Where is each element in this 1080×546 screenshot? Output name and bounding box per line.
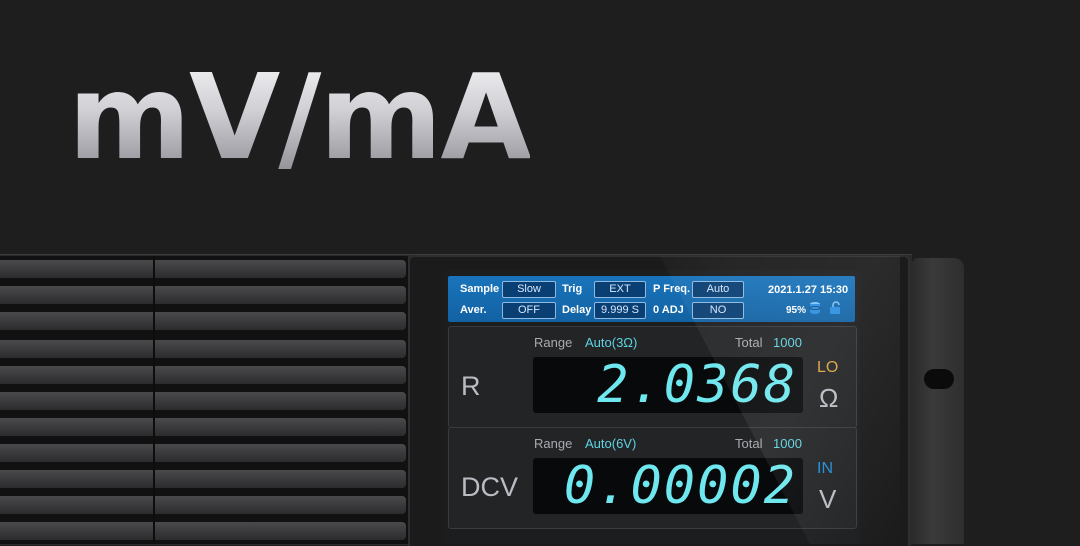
function-label[interactable]: R xyxy=(461,371,481,402)
total-value: 1000 xyxy=(773,335,802,350)
rack-bracket xyxy=(912,258,964,544)
trig-value[interactable]: EXT xyxy=(594,281,646,298)
vent-grille xyxy=(0,256,408,544)
battery-level: 95% xyxy=(786,305,807,316)
pfreq-value[interactable]: Auto xyxy=(692,281,744,298)
vent-slot xyxy=(0,418,406,436)
total-label: Total xyxy=(735,436,763,451)
vent-slot xyxy=(0,522,406,540)
vent-slot xyxy=(0,312,406,330)
vent-slot xyxy=(0,444,406,462)
vent-slot xyxy=(0,392,406,410)
vent-divider xyxy=(153,256,155,544)
unit-label: Ω xyxy=(819,383,839,413)
mode-indicator: IN xyxy=(817,460,833,477)
rack-mount-hole xyxy=(924,369,954,389)
datetime: 2021.1.27 15:30 xyxy=(768,284,849,296)
reading-value: 0.00002 xyxy=(563,456,797,516)
vent-slot xyxy=(0,260,406,278)
vent-slot xyxy=(0,496,406,514)
delay-label: Delay xyxy=(562,304,592,316)
sample-value[interactable]: Slow xyxy=(502,281,556,298)
range-label: Range xyxy=(534,335,573,350)
vent-slot xyxy=(0,366,406,384)
readout-display: 0.00002 xyxy=(533,458,803,514)
range-label: Range xyxy=(534,436,573,451)
status-bar: Sample Slow Trig EXT P Freq. Auto 2021.1… xyxy=(448,276,855,322)
reading-value: 2.0368 xyxy=(597,355,797,415)
measurement-panel-dcv[interactable]: Range Auto(6V) Total 1000 DCV 0.00002 IN… xyxy=(448,427,857,529)
vent-slot xyxy=(0,286,406,304)
trig-label: Trig xyxy=(562,283,583,295)
measurement-panel-resistance[interactable]: Range Auto(3Ω) Total 1000 R 2.0368 LO Ω xyxy=(448,326,857,428)
aver-value[interactable]: OFF xyxy=(502,302,556,319)
pfreq-label: P Freq. xyxy=(653,283,691,295)
readout-display: 2.0368 xyxy=(533,357,803,413)
vent-slot xyxy=(0,470,406,488)
mode-indicator: LO xyxy=(817,359,839,376)
total-value: 1000 xyxy=(773,436,802,451)
range-value[interactable]: Auto(3Ω) xyxy=(585,335,637,350)
hero-title: mV/mA xyxy=(68,48,532,186)
aver-label: Aver. xyxy=(460,304,487,316)
range-value[interactable]: Auto(6V) xyxy=(585,436,636,451)
lock-open-icon xyxy=(830,301,840,314)
total-label: Total xyxy=(735,335,763,350)
delay-value[interactable]: 9.999 S xyxy=(594,302,646,319)
sample-label: Sample xyxy=(460,283,500,295)
adj-value[interactable]: NO xyxy=(692,302,744,319)
vent-slot xyxy=(0,340,406,358)
database-icon xyxy=(809,302,821,314)
unit-label: V xyxy=(819,484,837,514)
function-label[interactable]: DCV xyxy=(461,472,518,503)
adj-label: 0 ADJ xyxy=(653,304,684,316)
